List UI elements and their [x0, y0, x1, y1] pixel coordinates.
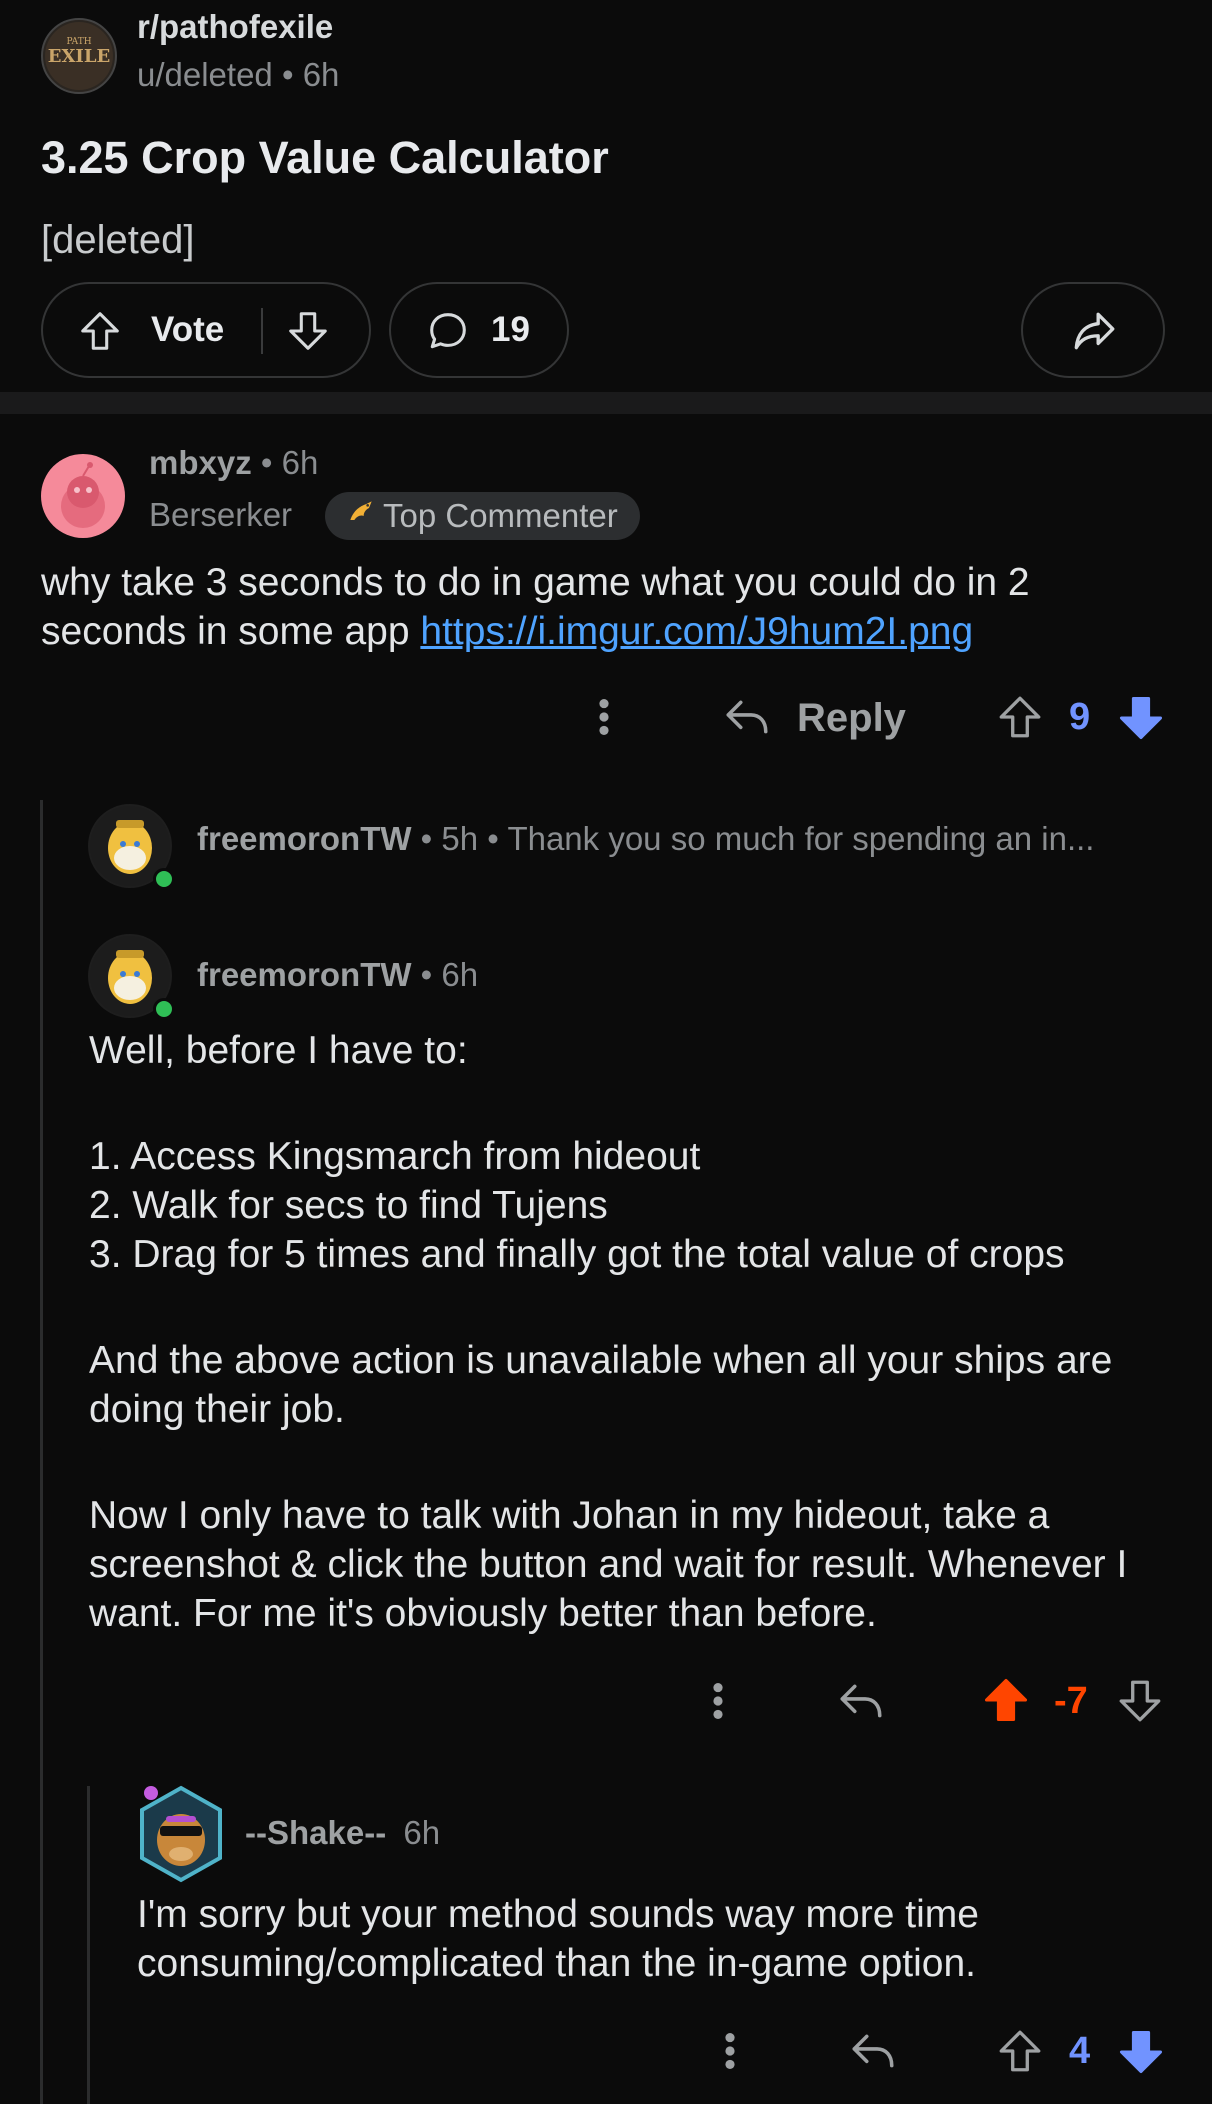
comment-author[interactable]: freemoronTW — [197, 956, 412, 993]
post-age: 6h — [302, 56, 340, 93]
comment-score: 4 — [1069, 2030, 1091, 2072]
separator: • — [487, 820, 508, 857]
post-title[interactable]: 3.25 Crop Value Calculator — [41, 132, 609, 184]
paragraph: Well, before I have to: — [89, 1029, 468, 1072]
comment-author[interactable]: --Shake-- — [245, 1814, 386, 1851]
online-indicator — [153, 998, 175, 1020]
post-body: [deleted] — [41, 218, 195, 262]
upvote-icon[interactable] — [995, 2026, 1045, 2076]
paragraph: And the above action is unavailable when… — [89, 1339, 1113, 1431]
reply-icon[interactable] — [848, 2026, 898, 2076]
upvote-icon[interactable] — [995, 692, 1045, 742]
separator: • — [420, 956, 442, 993]
avatar[interactable] — [41, 454, 125, 538]
vote-divider — [261, 308, 263, 354]
comment-author[interactable]: mbxyz — [149, 444, 252, 481]
downvote-icon-active[interactable] — [1115, 2026, 1167, 2078]
comment-meta: mbxyz • 6h — [149, 444, 318, 482]
more-options-icon[interactable] — [586, 694, 622, 740]
upvote-icon[interactable] — [77, 308, 123, 354]
subreddit-icon[interactable]: EXILE PATH — [41, 18, 117, 94]
list-item: 2. Walk for secs to find Tujens — [89, 1184, 608, 1227]
collapsed-comment[interactable]: freemoronTW • 5h • Thank you so much for… — [70, 796, 1212, 896]
comment-meta: --Shake-- 6h — [245, 1814, 440, 1852]
thread-line[interactable] — [40, 800, 43, 2104]
downvote-icon[interactable] — [1115, 1676, 1165, 1726]
comment-count: 19 — [491, 310, 530, 349]
comment-meta: freemoronTW • 6h — [197, 956, 478, 994]
comment-preview: Thank you so much for spending an in... — [507, 820, 1095, 857]
share-icon — [1069, 306, 1119, 356]
top-commenter-badge: Top Commenter — [325, 492, 640, 540]
more-options-icon[interactable] — [700, 1678, 736, 1724]
comment-score: -7 — [1054, 1680, 1088, 1722]
avatar-accent — [144, 1786, 158, 1800]
badge-label: Top Commenter — [383, 497, 618, 534]
more-options-icon[interactable] — [712, 2028, 748, 2074]
thread-line[interactable] — [87, 1786, 90, 2104]
comment-body: Well, before I have to: 1. Access Kingsm… — [89, 1026, 1199, 1638]
comment-age: 6h — [281, 444, 319, 481]
comment-icon — [425, 308, 471, 354]
comment-age: 5h — [441, 820, 479, 857]
reply-icon[interactable] — [836, 1676, 886, 1726]
comment-author[interactable]: freemoronTW — [197, 820, 412, 857]
section-divider — [0, 392, 1212, 414]
share-button[interactable] — [1021, 282, 1165, 378]
separator: • — [281, 56, 303, 93]
comment: mbxyz • 6h Berserker Top Commenter why t… — [0, 414, 1212, 774]
comment-link[interactable]: https://i.imgur.com/J9hum2I.png — [420, 610, 973, 653]
downvote-icon-active[interactable] — [1115, 692, 1167, 744]
comment-meta: freemoronTW • 5h • Thank you so much for… — [197, 820, 1094, 858]
comments-button[interactable]: 19 — [389, 282, 569, 378]
online-indicator — [153, 868, 175, 890]
subreddit-name[interactable]: r/pathofexile — [137, 8, 333, 46]
post-card: EXILE PATH r/pathofexile u/deleted • 6h … — [0, 0, 1212, 392]
comment: --Shake-- 6h I'm sorry but your method s… — [118, 1780, 1212, 2104]
separator: • — [420, 820, 442, 857]
vote-bar: Vote — [41, 282, 371, 378]
svg-text:EXILE: EXILE — [48, 46, 110, 67]
vote-label: Vote — [151, 310, 225, 349]
reply-icon[interactable] — [722, 692, 772, 742]
comment-score: 9 — [1069, 696, 1091, 738]
comment-body: why take 3 seconds to do in game what yo… — [41, 558, 1161, 656]
dragon-icon — [345, 496, 377, 536]
comment-body: I'm sorry but your method sounds way mor… — [137, 1893, 979, 1985]
separator: • — [260, 444, 282, 481]
post-author[interactable]: u/deleted — [137, 56, 273, 93]
post-meta: u/deleted • 6h — [137, 56, 339, 94]
comment-age: 6h — [403, 1814, 441, 1851]
paragraph: Now I only have to talk with Johan in my… — [89, 1494, 1128, 1635]
list-item: 3. Drag for 5 times and finally got the … — [89, 1233, 1065, 1276]
comment: freemoronTW • 6h Well, before I have to:… — [70, 926, 1212, 1726]
svg-text:PATH: PATH — [66, 37, 91, 47]
downvote-icon[interactable] — [285, 308, 331, 354]
comment-age: 6h — [441, 956, 479, 993]
user-flair: Berserker — [149, 496, 293, 533]
upvote-icon-active[interactable] — [980, 1674, 1032, 1726]
list-item: 1. Access Kingsmarch from hideout — [89, 1135, 701, 1178]
reply-button[interactable]: Reply — [797, 696, 906, 741]
